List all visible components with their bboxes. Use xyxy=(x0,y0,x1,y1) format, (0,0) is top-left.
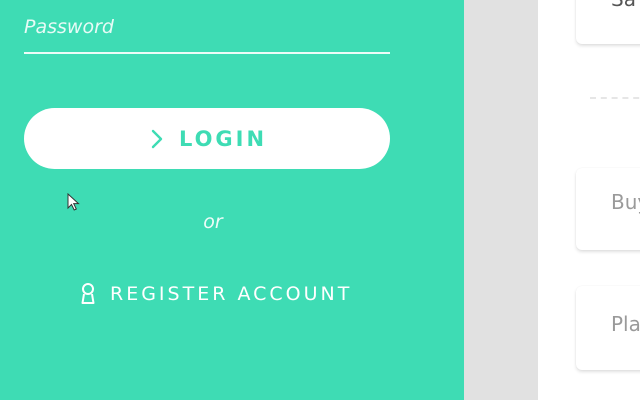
login-button-label: LOGIN xyxy=(178,126,268,151)
login-panel: LOGIN or REGISTER ACCOUNT xyxy=(0,0,464,400)
app-screen: LOGIN or REGISTER ACCOUNT Sa Buy Pla xyxy=(0,0,640,400)
chevron-right-icon xyxy=(151,129,163,148)
user-icon xyxy=(81,283,95,304)
dashed-divider xyxy=(590,97,640,99)
mouse-cursor-icon xyxy=(67,193,80,211)
plan-card-label: Pla xyxy=(611,312,640,336)
top-card[interactable]: Sa xyxy=(576,0,640,44)
buy-card-label: Buy xyxy=(611,190,640,214)
buy-card[interactable]: Buy xyxy=(576,168,640,250)
top-card-label: Sa xyxy=(611,0,636,11)
or-separator: or xyxy=(203,211,223,233)
register-account-link[interactable]: REGISTER ACCOUNT xyxy=(78,280,352,308)
side-card-panel: Sa Buy Pla xyxy=(538,0,640,400)
password-field[interactable] xyxy=(24,0,390,54)
password-underline xyxy=(24,52,390,54)
register-account-label: REGISTER ACCOUNT xyxy=(110,283,353,305)
password-input[interactable] xyxy=(24,13,390,41)
login-button[interactable]: LOGIN xyxy=(24,108,390,169)
plan-card[interactable]: Pla xyxy=(576,286,640,370)
